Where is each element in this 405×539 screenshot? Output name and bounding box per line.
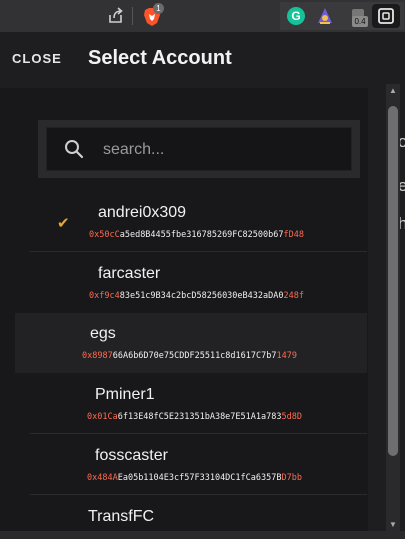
account-item-andrei0x309[interactable]: ✔ andrei0x309 0x50cCa5ed8B4455fbe3167852… xyxy=(15,192,367,252)
scroll-up-icon[interactable]: ▲ xyxy=(386,84,400,98)
divider xyxy=(30,433,367,434)
scroll-down-icon[interactable]: ▼ xyxy=(386,518,400,532)
bottom-edge xyxy=(0,531,405,539)
account-address: 0x484AEa05b1104E3cf57F33104DC1fCa6357BD7… xyxy=(87,473,302,483)
account-name: andrei0x309 xyxy=(98,204,187,221)
extension-badge: 0.4 xyxy=(352,16,368,27)
account-address: 0x898766A6b6D70e75CDDF25511c8d1617C7b714… xyxy=(82,351,297,361)
account-item-pminer1[interactable]: Pminer1 0x01Ca6f13E48fC5E231351bA38e7E51… xyxy=(15,374,367,434)
search-input[interactable] xyxy=(101,128,345,172)
account-name: fosscaster xyxy=(95,447,168,464)
wallet-extension-icon xyxy=(378,8,394,24)
account-item-fosscaster[interactable]: fosscaster 0x484AEa05b1104E3cf57F33104DC… xyxy=(15,435,367,495)
select-account-panel: CLOSE Select Account ✔ andrei0x309 0x50c… xyxy=(0,32,368,539)
divider xyxy=(30,251,367,252)
wizard-icon[interactable] xyxy=(315,6,335,26)
account-name: farcaster xyxy=(98,265,161,282)
scroll-thumb[interactable] xyxy=(388,106,398,456)
account-name: Pminer1 xyxy=(95,386,155,403)
grammarly-icon[interactable]: G xyxy=(287,7,305,25)
brave-shield-badge: 1 xyxy=(153,3,164,14)
account-address: 0x50cCa5ed8B4455fbe316785269FC82500b67fD… xyxy=(89,230,304,240)
share-icon[interactable] xyxy=(106,6,126,26)
account-item-egs[interactable]: egs 0x898766A6b6D70e75CDDF25511c8d1617C7… xyxy=(15,313,367,373)
account-address: 0xf9c483e51c9B34c2bcD58256030eB432aDA024… xyxy=(89,291,304,301)
divider xyxy=(30,494,367,495)
account-address: 0x01Ca6f13E48fC5E231351bA38e7E51A1a7835d… xyxy=(87,412,302,422)
close-button[interactable]: CLOSE xyxy=(12,51,62,66)
scrollbar[interactable]: ▲ ▼ xyxy=(386,84,400,532)
account-name: egs xyxy=(90,325,116,342)
browser-toolbar: 1 G 0.4 xyxy=(0,0,405,33)
selected-check-icon: ✔ xyxy=(57,215,70,232)
search-box[interactable] xyxy=(46,127,352,172)
account-name: TransfFC xyxy=(88,508,155,525)
search-container xyxy=(38,120,360,178)
toolbar-separator xyxy=(132,7,133,25)
search-icon xyxy=(65,140,84,159)
account-item-farcaster[interactable]: farcaster 0xf9c483e51c9B34c2bcD58256030e… xyxy=(15,253,367,313)
panel-header: CLOSE Select Account xyxy=(0,32,368,88)
active-extension-button[interactable] xyxy=(372,4,400,28)
page-title: Select Account xyxy=(88,47,232,69)
